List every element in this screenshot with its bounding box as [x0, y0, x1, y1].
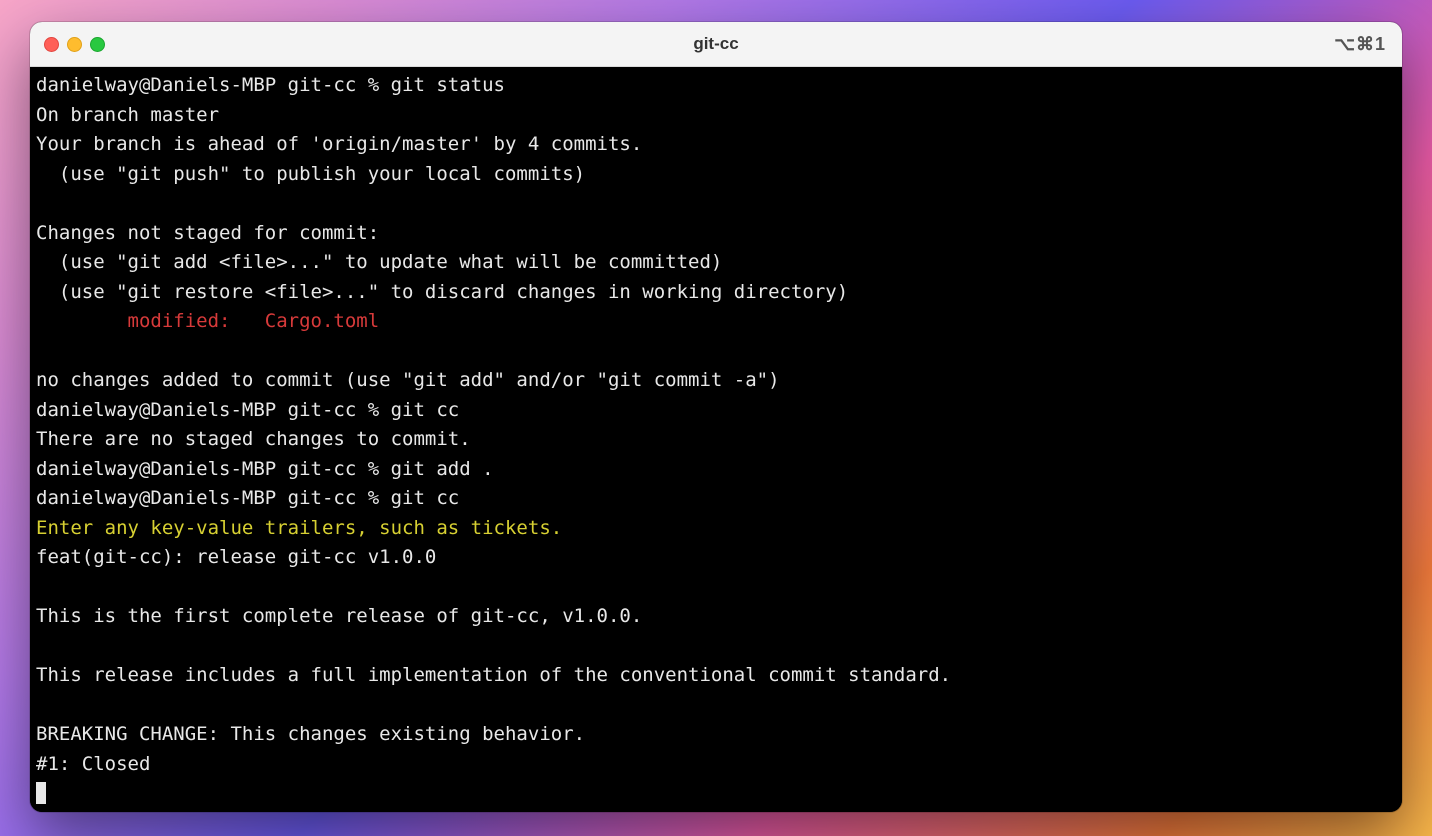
terminal-line: danielway@Daniels-MBP git-cc % git cc: [36, 396, 1396, 426]
terminal-line: Changes not staged for commit:: [36, 219, 1396, 249]
terminal-line: [36, 189, 1396, 219]
terminal-line: feat(git-cc): release git-cc v1.0.0: [36, 543, 1396, 573]
terminal-text: danielway@Daniels-MBP git-cc %: [36, 487, 391, 509]
terminal-line: There are no staged changes to commit.: [36, 425, 1396, 455]
terminal-text: This release includes a full implementat…: [36, 664, 951, 686]
terminal-text: Changes not staged for commit:: [36, 222, 379, 244]
terminal-text: On branch master: [36, 104, 219, 126]
terminal-text: danielway@Daniels-MBP git-cc %: [36, 458, 391, 480]
terminal-text: Enter any key-value trailers, such as ti…: [36, 517, 562, 539]
terminal-line: Your branch is ahead of 'origin/master' …: [36, 130, 1396, 160]
terminal-text: BREAKING CHANGE: This changes existing b…: [36, 723, 585, 745]
terminal-line: Enter any key-value trailers, such as ti…: [36, 514, 1396, 544]
terminal-window: git-cc ⌥⌘1 danielway@Daniels-MBP git-cc …: [30, 22, 1402, 812]
terminal-text: git cc: [391, 487, 460, 509]
terminal-line: (use "git add <file>..." to update what …: [36, 248, 1396, 278]
terminal-line: [36, 337, 1396, 367]
terminal-line: no changes added to commit (use "git add…: [36, 366, 1396, 396]
terminal-text: [36, 310, 128, 332]
terminal-line: [36, 779, 1396, 809]
terminal-text: #1: Closed: [36, 753, 150, 775]
minimize-icon[interactable]: [67, 37, 82, 52]
window-title: git-cc: [30, 34, 1402, 54]
close-icon[interactable]: [44, 37, 59, 52]
terminal-line: [36, 573, 1396, 603]
terminal-text: git status: [391, 74, 505, 96]
terminal-line: [36, 632, 1396, 662]
terminal-text: (use "git add <file>..." to update what …: [36, 251, 722, 273]
terminal-line: danielway@Daniels-MBP git-cc % git add .: [36, 455, 1396, 485]
terminal-line: danielway@Daniels-MBP git-cc % git cc: [36, 484, 1396, 514]
terminal-line: This release includes a full implementat…: [36, 661, 1396, 691]
terminal-text: feat(git-cc): release git-cc v1.0.0: [36, 546, 436, 568]
terminal-line: On branch master: [36, 101, 1396, 131]
terminal-text: modified: Cargo.toml: [128, 310, 380, 332]
terminal-line: danielway@Daniels-MBP git-cc % git statu…: [36, 71, 1396, 101]
tab-shortcut-hint: ⌥⌘1: [1334, 34, 1386, 55]
terminal-line: #1: Closed: [36, 750, 1396, 780]
cursor-icon: [36, 782, 46, 804]
terminal-text: git add .: [391, 458, 494, 480]
terminal-line: This is the first complete release of gi…: [36, 602, 1396, 632]
terminal-text: danielway@Daniels-MBP git-cc %: [36, 399, 391, 421]
window-titlebar[interactable]: git-cc ⌥⌘1: [30, 22, 1402, 67]
terminal-line: (use "git restore <file>..." to discard …: [36, 278, 1396, 308]
terminal-text: (use "git push" to publish your local co…: [36, 163, 585, 185]
terminal-text: danielway@Daniels-MBP git-cc %: [36, 74, 391, 96]
zoom-icon[interactable]: [90, 37, 105, 52]
terminal-text: no changes added to commit (use "git add…: [36, 369, 780, 391]
terminal-line: [36, 691, 1396, 721]
terminal-output[interactable]: danielway@Daniels-MBP git-cc % git statu…: [30, 67, 1402, 812]
terminal-text: (use "git restore <file>..." to discard …: [36, 281, 848, 303]
terminal-line: (use "git push" to publish your local co…: [36, 160, 1396, 190]
terminal-text: There are no staged changes to commit.: [36, 428, 471, 450]
window-controls: [44, 37, 105, 52]
terminal-line: modified: Cargo.toml: [36, 307, 1396, 337]
terminal-text: git cc: [391, 399, 460, 421]
desktop-wallpaper: git-cc ⌥⌘1 danielway@Daniels-MBP git-cc …: [0, 0, 1432, 836]
terminal-line: BREAKING CHANGE: This changes existing b…: [36, 720, 1396, 750]
terminal-text: This is the first complete release of gi…: [36, 605, 642, 627]
terminal-text: Your branch is ahead of 'origin/master' …: [36, 133, 642, 155]
